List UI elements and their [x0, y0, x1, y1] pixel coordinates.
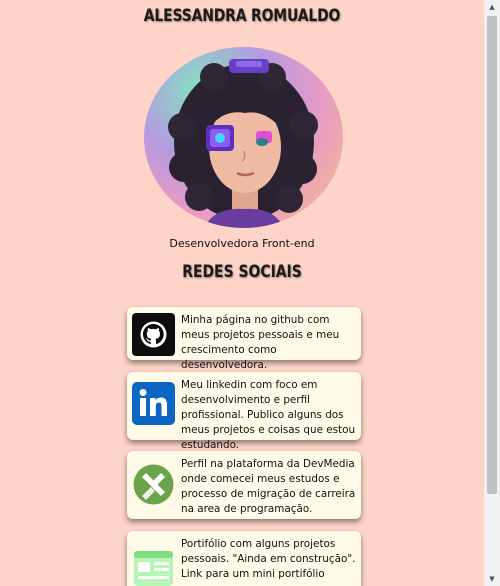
social-card-portfolio[interactable]: Portifólio com alguns projetos pessoais.…: [127, 531, 361, 586]
avatar-illustration: [168, 59, 318, 228]
profile-avatar: [144, 47, 343, 228]
section-title-social: REDES SOCIAIS: [182, 262, 302, 282]
social-card-text: Portifólio com alguns projetos pessoais.…: [181, 538, 356, 580]
scrollbar-thumb[interactable]: [487, 16, 497, 494]
devmedia-icon: [132, 463, 175, 506]
social-card-github[interactable]: Minha página no github com meus projetos…: [127, 307, 361, 371]
social-card-text: Meu linkedin com foco em desenvolvimento…: [181, 379, 356, 451]
social-card-linkedin[interactable]: Meu linkedin com foco em desenvolvimento…: [127, 372, 361, 451]
social-card-devmedia[interactable]: Perfil na plataforma da DevMedia onde co…: [127, 451, 361, 519]
profile-role: Desenvolvedora Front-end: [169, 237, 315, 250]
social-card-text: Perfil na plataforma da DevMedia onde co…: [181, 458, 356, 515]
profile-name: ALESSANDRA ROMUALDO: [143, 6, 341, 26]
linkedin-icon: [132, 382, 175, 425]
portfolio-icon: [132, 547, 175, 586]
vertical-scrollbar[interactable]: ▲ ▼: [484, 0, 500, 586]
social-card-text: Minha página no github com meus projetos…: [181, 314, 340, 371]
scroll-up-arrow-icon[interactable]: ▲: [484, 0, 500, 14]
scroll-down-arrow-icon[interactable]: ▼: [484, 572, 500, 586]
page: ALESSANDRA ROMUALDO Desenvolvedora Front…: [0, 0, 484, 586]
github-icon: [132, 313, 175, 356]
